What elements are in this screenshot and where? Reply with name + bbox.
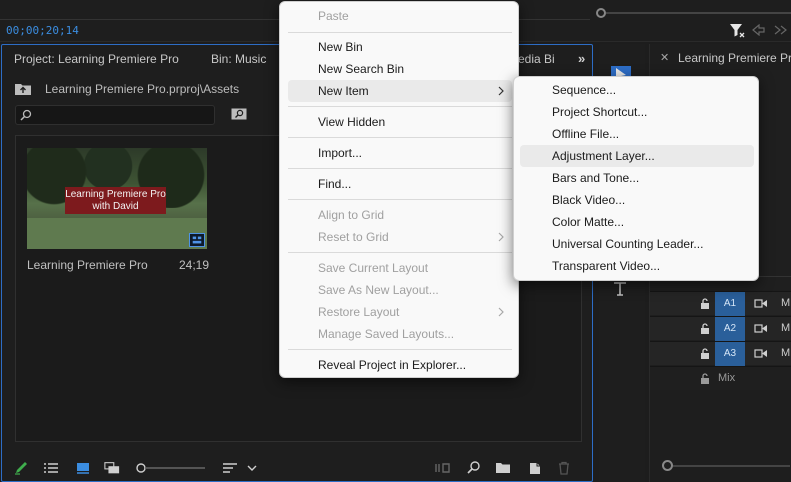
- search-icon: [20, 109, 32, 121]
- tab-media-bin[interactable]: edia Bi: [518, 52, 555, 66]
- title-card-line-1: Learning Premiere Pro: [65, 189, 166, 200]
- submenu-item-bars-and-tone[interactable]: Bars and Tone...: [520, 167, 754, 189]
- clip-duration: 24;19: [179, 258, 210, 272]
- bin-path: Learning Premiere Pro.prproj\Assets: [45, 82, 240, 96]
- timeline-tab[interactable]: Learning Premiere Pro - Mo: [678, 51, 791, 65]
- clip-name[interactable]: Learning Premiere Pro: [27, 258, 148, 272]
- tab-project[interactable]: Project: Learning Premiere Pro: [14, 52, 179, 66]
- menu-separator: [288, 349, 512, 350]
- timeline-scrollbar[interactable]: [662, 460, 790, 472]
- scrollbar-handle[interactable]: [596, 8, 606, 18]
- filter-icon[interactable]: [729, 22, 745, 38]
- export-frame-icon[interactable]: [752, 24, 766, 36]
- submenu-item-transparent-video[interactable]: Transparent Video...: [520, 255, 754, 277]
- menu-item-restore-layout[interactable]: Restore Layout: [288, 301, 512, 323]
- submenu-item-black-video[interactable]: Black Video...: [520, 189, 754, 211]
- chevron-right-icon: [498, 307, 504, 317]
- submenu-item-adjustment-layer[interactable]: Adjustment Layer...: [520, 145, 754, 167]
- menu-separator: [288, 199, 512, 200]
- voiceover-icon[interactable]: [754, 298, 768, 309]
- new-item-submenu: Sequence... Project Shortcut... Offline …: [513, 76, 759, 281]
- track-target-a2[interactable]: A2: [715, 317, 745, 341]
- lock-icon[interactable]: [700, 323, 710, 334]
- menu-item-view-hidden[interactable]: View Hidden: [288, 111, 512, 133]
- more-tabs-chevron-icon[interactable]: »: [578, 51, 585, 66]
- lock-icon[interactable]: [700, 348, 710, 359]
- submenu-item-project-shortcut[interactable]: Project Shortcut...: [520, 101, 754, 123]
- menu-separator: [288, 168, 512, 169]
- menu-item-reveal-project[interactable]: Reveal Project in Explorer...: [288, 354, 512, 376]
- menu-item-new-search-bin[interactable]: New Search Bin: [288, 58, 512, 80]
- find-in-bin-icon[interactable]: [231, 108, 247, 120]
- menu-item-reset-to-grid[interactable]: Reset to Grid: [288, 226, 512, 248]
- chevron-down-icon[interactable]: [246, 461, 258, 475]
- menu-item-import[interactable]: Import...: [288, 142, 512, 164]
- menu-separator: [288, 32, 512, 33]
- source-timecode[interactable]: 00;00;20;14: [6, 24, 79, 37]
- trash-icon[interactable]: [556, 461, 572, 475]
- mix-label: Mix: [718, 372, 736, 384]
- submenu-item-color-matte[interactable]: Color Matte...: [520, 211, 754, 233]
- icon-view-icon[interactable]: [75, 461, 91, 475]
- find-icon[interactable]: [466, 461, 482, 475]
- zoom-slider[interactable]: [135, 461, 207, 475]
- chevron-right-icon: [498, 86, 504, 96]
- up-folder-icon[interactable]: [14, 82, 32, 96]
- menu-separator: [288, 252, 512, 253]
- context-menu: Paste New Bin New Search Bin New Item Vi…: [279, 1, 519, 378]
- submenu-item-universal-counting-leader[interactable]: Universal Counting Leader...: [520, 233, 754, 255]
- menu-separator: [288, 137, 512, 138]
- sequence-badge-icon: [189, 233, 205, 247]
- menu-separator: [288, 106, 512, 107]
- title-card-line-2: with David: [92, 201, 139, 212]
- new-item-icon[interactable]: [527, 461, 543, 475]
- freeform-view-icon[interactable]: [104, 461, 120, 475]
- scrollbar-track[interactable]: [673, 465, 790, 467]
- voiceover-icon[interactable]: [754, 323, 768, 334]
- search-input[interactable]: [36, 107, 211, 123]
- tab-bin-music[interactable]: Bin: Music: [211, 52, 266, 66]
- audio-track-a1[interactable]: A1 M: [650, 291, 791, 316]
- track-target-a1[interactable]: A1: [715, 292, 745, 316]
- mute-button[interactable]: M: [781, 297, 790, 309]
- menu-item-find[interactable]: Find...: [288, 173, 512, 195]
- audio-track-a2[interactable]: A2 M: [650, 316, 791, 341]
- track-target-a3[interactable]: A3: [715, 342, 745, 366]
- clip-thumbnail[interactable]: Learning Premiere Pro with David: [27, 148, 207, 249]
- list-view-icon[interactable]: [43, 461, 59, 475]
- menu-item-manage-saved-layouts[interactable]: Manage Saved Layouts...: [288, 323, 512, 345]
- menu-item-save-current-layout[interactable]: Save Current Layout: [288, 257, 512, 279]
- new-bin-icon[interactable]: [495, 461, 511, 475]
- pencil-icon[interactable]: [14, 461, 30, 475]
- type-tool-icon[interactable]: [612, 280, 628, 298]
- voiceover-icon[interactable]: [754, 348, 768, 359]
- automate-to-sequence-icon[interactable]: [434, 461, 450, 475]
- thumbnail-grass: [27, 218, 207, 249]
- menu-item-new-item[interactable]: New Item: [288, 80, 512, 102]
- sort-icon[interactable]: [222, 461, 238, 475]
- thumbnail-title-card: Learning Premiere Pro with David: [65, 187, 166, 214]
- menu-item-paste[interactable]: Paste: [288, 5, 512, 27]
- menu-item-align-to-grid[interactable]: Align to Grid: [288, 204, 512, 226]
- submenu-item-sequence[interactable]: Sequence...: [520, 79, 754, 101]
- scrollbar-track[interactable]: [606, 12, 791, 14]
- close-icon[interactable]: ✕: [660, 51, 669, 64]
- mute-button[interactable]: M: [781, 347, 790, 359]
- lock-icon[interactable]: [700, 298, 710, 309]
- audio-track-a3[interactable]: A3 M: [650, 341, 791, 366]
- settings-icon[interactable]: [773, 24, 787, 36]
- scrollbar-handle[interactable]: [662, 460, 673, 471]
- search-field[interactable]: [15, 105, 215, 125]
- menu-item-new-bin[interactable]: New Bin: [288, 36, 512, 58]
- chevron-right-icon: [498, 232, 504, 242]
- mix-track[interactable]: Mix: [650, 366, 791, 390]
- project-panel-toolbar: [2, 455, 592, 481]
- menu-item-save-as-new-layout[interactable]: Save As New Layout...: [288, 279, 512, 301]
- submenu-item-offline-file[interactable]: Offline File...: [520, 123, 754, 145]
- source-zoom-scrollbar[interactable]: [596, 8, 791, 18]
- mute-button[interactable]: M: [781, 322, 790, 334]
- lock-icon[interactable]: [700, 373, 710, 384]
